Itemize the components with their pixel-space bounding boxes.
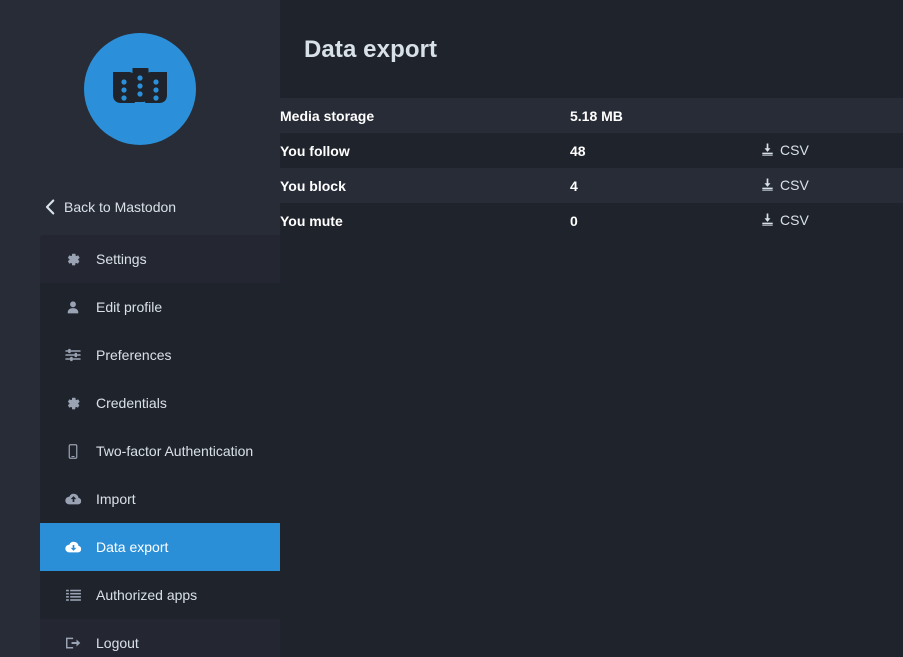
sidebar-item-label: Two-factor Authentication [96,443,254,459]
sidebar-item-credentials[interactable]: Credentials [40,379,280,427]
sidebar-item-label: Authorized apps [96,587,198,603]
sidebar-item-preferences[interactable]: Preferences [40,331,280,379]
download-icon [760,143,774,157]
row-action: CSV [760,203,903,238]
app-root: Back to Mastodon Settings Edit profile P… [0,0,903,657]
page-title: Data export [304,36,438,63]
sidebar: Back to Mastodon Settings Edit profile P… [0,0,280,657]
data-export-table-container: Media storage 5.18 MB You follow 48 CSV … [280,98,903,238]
sidebar-item-label: Preferences [96,347,172,363]
sidebar-item-edit-profile[interactable]: Edit profile [40,283,280,331]
sidebar-item-label: Credentials [96,395,167,411]
sidebar-item-settings[interactable]: Settings [40,235,280,283]
row-value: 0 [570,212,578,229]
row-action: CSV [760,168,903,203]
logo-container [0,0,280,145]
download-icon [760,178,774,192]
cloud-upload-icon [64,490,82,508]
person-icon [64,298,82,316]
sidebar-item-label: Edit profile [96,299,163,315]
sidebar-item-label: Import [96,491,136,507]
logout-icon [64,634,82,652]
table-row: You mute 0 CSV [280,203,903,238]
sidebar-item-two-factor-authentication[interactable]: Two-factor Authentication [40,427,280,475]
back-to-mastodon-label: Back to Mastodon [64,199,177,215]
gear-icon [64,250,82,268]
back-to-mastodon-link[interactable]: Back to Mastodon [0,179,280,235]
row-value: 4 [570,177,578,194]
sidebar-item-data-export[interactable]: Data export [40,523,280,571]
table-row: You block 4 CSV [280,168,903,203]
row-label: You follow [280,142,350,159]
cloud-download-icon [64,538,82,556]
download-csv-link[interactable]: CSV [760,142,809,158]
settings-menu: Settings Edit profile Preferences Creden… [40,235,280,657]
sidebar-item-label: Settings [96,251,147,267]
sidebar-item-label: Logout [96,635,139,651]
download-csv-label: CSV [780,141,809,158]
row-value: 5.18 MB [570,107,623,124]
sidebar-item-import[interactable]: Import [40,475,280,523]
sidebar-item-logout[interactable]: Logout [40,619,280,657]
download-icon [760,213,774,227]
chevron-left-icon [42,199,56,215]
row-label: You block [280,177,346,194]
row-action: CSV [760,133,903,168]
row-value: 48 [570,142,586,159]
list-icon [64,586,82,604]
data-export-table: Media storage 5.18 MB You follow 48 CSV … [280,98,903,238]
sidebar-item-authorized-apps[interactable]: Authorized apps [40,571,280,619]
mastodon-logo-icon [84,33,196,145]
download-csv-label: CSV [780,211,809,228]
row-label: You mute [280,212,343,229]
main-content: Data export Media storage 5.18 MB You fo… [280,0,903,657]
sliders-icon [64,346,82,364]
download-csv-link[interactable]: CSV [760,177,809,193]
table-row: Media storage 5.18 MB [280,98,903,133]
sidebar-item-label: Data export [96,539,169,555]
row-action [760,98,903,133]
download-csv-link[interactable]: CSV [760,212,809,228]
table-row: You follow 48 CSV [280,133,903,168]
download-csv-label: CSV [780,176,809,193]
gear-icon [64,394,82,412]
row-label: Media storage [280,107,375,124]
mobile-phone-icon [64,442,82,460]
